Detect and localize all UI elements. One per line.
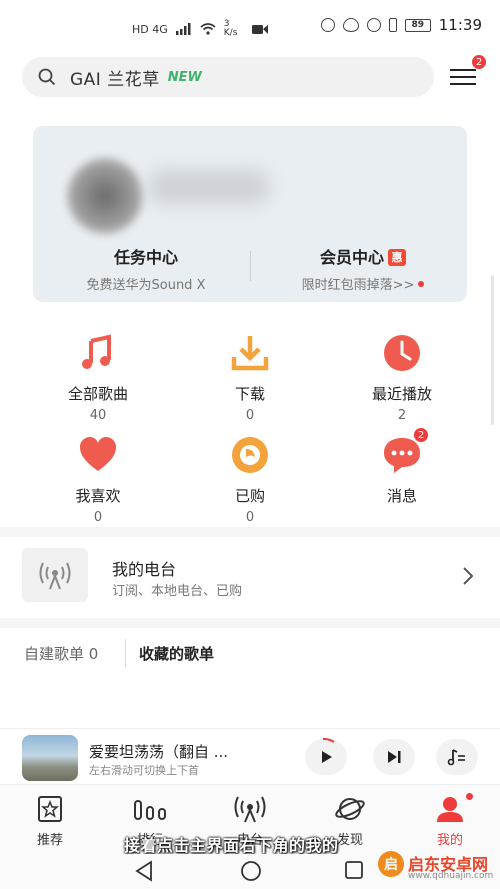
purchased-disc-icon bbox=[230, 435, 270, 475]
song-title: 爱要坦荡荡（翻自 ... bbox=[89, 743, 229, 761]
heart-icon bbox=[78, 435, 118, 475]
my-radio-subtitle: 订阅、本地电台、已购 bbox=[112, 584, 243, 599]
grid-purchased[interactable]: 已购 0 bbox=[185, 435, 315, 525]
vip-center-title: 会员中心 bbox=[319, 248, 384, 267]
task-center-title: 任务中心 bbox=[113, 248, 178, 267]
section-divider bbox=[0, 527, 500, 537]
grid-label: 全部歌曲 bbox=[67, 385, 128, 403]
vibrate-icon bbox=[388, 18, 397, 32]
grid-count: 0 bbox=[93, 510, 103, 525]
menu-icon bbox=[450, 69, 476, 71]
profile-card: 任务中心 免费送华为Sound X 会员中心惠 限时红包雨掉落>> bbox=[33, 126, 467, 302]
tab-divider bbox=[125, 639, 126, 667]
vip-red-dot bbox=[418, 281, 425, 287]
grid-count: 2 bbox=[397, 408, 407, 423]
status-right: 89 11:39 bbox=[320, 16, 482, 34]
back-icon[interactable] bbox=[134, 860, 154, 882]
alarm-icon bbox=[366, 18, 381, 32]
grid-recent-play[interactable]: 最近播放 2 bbox=[337, 333, 467, 423]
vip-discount-badge: 惠 bbox=[388, 248, 406, 266]
next-icon bbox=[388, 751, 401, 763]
grid-count: 0 bbox=[245, 408, 255, 423]
watermark-logo: 启 bbox=[378, 851, 404, 877]
wifi-icon bbox=[200, 23, 216, 35]
swipe-hint: 左右滑动可切换上下首 bbox=[89, 764, 199, 777]
recents-icon[interactable] bbox=[344, 860, 364, 880]
person-icon bbox=[437, 797, 463, 822]
messages-badge: 2 bbox=[413, 427, 429, 443]
tab-label: 推荐 bbox=[36, 833, 63, 848]
task-center[interactable]: 任务中心 免费送华为Sound X bbox=[41, 244, 251, 293]
music-note-icon bbox=[78, 333, 118, 373]
grid-all-songs[interactable]: 全部歌曲 40 bbox=[33, 333, 163, 423]
watermark-url: www.qdhuajin.com bbox=[408, 871, 494, 881]
star-frame-icon bbox=[38, 796, 62, 822]
tab-created-playlists[interactable]: 自建歌单 0 bbox=[24, 643, 98, 664]
status-bar: HD 4G 3 K/s 89 11:39 bbox=[0, 0, 500, 56]
my-radio-title[interactable]: 我的电台 bbox=[112, 556, 176, 580]
grid-label: 最近播放 bbox=[371, 385, 432, 403]
clock-icon bbox=[382, 333, 422, 373]
menu-button[interactable]: 2 bbox=[448, 54, 487, 92]
playlist-queue-icon bbox=[447, 749, 465, 766]
tab-recommend[interactable]: 推荐 bbox=[0, 795, 100, 848]
signal-icon bbox=[175, 23, 191, 35]
bars-icon bbox=[134, 800, 166, 820]
search-icon bbox=[38, 68, 56, 86]
tab-label: 我的 bbox=[436, 833, 463, 848]
grid-count: 0 bbox=[245, 510, 255, 525]
tab-mine[interactable]: 我的 bbox=[400, 793, 500, 848]
battery-icon: 89 bbox=[404, 18, 431, 32]
video-subtitle: 接着点击主界面右下角的我的 bbox=[124, 836, 339, 855]
tab-collected-playlists[interactable]: 收藏的歌单 bbox=[139, 643, 214, 664]
grid-download[interactable]: 下载 0 bbox=[185, 333, 315, 423]
avatar[interactable] bbox=[67, 158, 143, 234]
watermark: 启 启东安卓网 www.qdhuajin.com bbox=[378, 847, 500, 889]
chevron-right-icon[interactable] bbox=[462, 566, 474, 586]
radio-tile[interactable] bbox=[22, 548, 88, 602]
album-cover[interactable] bbox=[22, 735, 78, 781]
search-new-tag: NEW bbox=[167, 69, 202, 85]
download-icon bbox=[230, 333, 270, 373]
network-label: HD 4G bbox=[132, 22, 168, 36]
grid-label: 消息 bbox=[386, 487, 417, 505]
task-center-subtitle: 免费送华为Sound X bbox=[86, 278, 206, 293]
playlist-button[interactable] bbox=[436, 739, 478, 775]
edge-handle bbox=[491, 275, 494, 425]
mini-player[interactable]: 爱要坦荡荡（翻自 ... 左右滑动可切换上下首 bbox=[0, 728, 500, 784]
grid-favorites[interactable]: 我喜欢 0 bbox=[33, 435, 163, 525]
card-divider bbox=[250, 251, 251, 281]
menu-icon-line bbox=[450, 76, 476, 78]
tab-mine-dot bbox=[466, 793, 473, 800]
video-camera-icon bbox=[251, 24, 268, 34]
progress-ring bbox=[322, 737, 335, 743]
vip-center[interactable]: 会员中心惠 限时红包雨掉落>> bbox=[258, 244, 467, 293]
username-blurred[interactable] bbox=[149, 170, 269, 204]
radio-icon bbox=[234, 796, 266, 823]
grid-messages[interactable]: 2 消息 bbox=[337, 427, 467, 506]
clock-time: 11:39 bbox=[438, 16, 482, 34]
search-bar[interactable]: GAI 兰花草 NEW bbox=[22, 57, 434, 97]
next-button[interactable] bbox=[373, 739, 415, 775]
home-icon[interactable] bbox=[240, 860, 262, 882]
search-query: GAI 兰花草 bbox=[70, 69, 160, 90]
vip-center-subtitle: 限时红包雨掉落>> bbox=[301, 278, 415, 293]
section-divider bbox=[0, 618, 500, 628]
net-speed: 3 K/s bbox=[223, 19, 238, 38]
message-bubble-icon: 2 bbox=[382, 427, 429, 475]
radio-icon bbox=[39, 562, 71, 590]
menu-icon-line bbox=[450, 83, 476, 85]
nfc-icon bbox=[320, 18, 335, 32]
menu-badge: 2 bbox=[471, 54, 487, 70]
grid-label: 我喜欢 bbox=[75, 487, 121, 505]
play-button[interactable] bbox=[305, 737, 347, 775]
planet-icon bbox=[335, 798, 365, 820]
status-left: HD 4G 3 K/s bbox=[132, 20, 268, 38]
grid-label: 已购 bbox=[234, 487, 265, 505]
eye-icon bbox=[342, 18, 359, 32]
grid-label: 下载 bbox=[234, 385, 265, 403]
grid-count: 40 bbox=[89, 408, 107, 423]
